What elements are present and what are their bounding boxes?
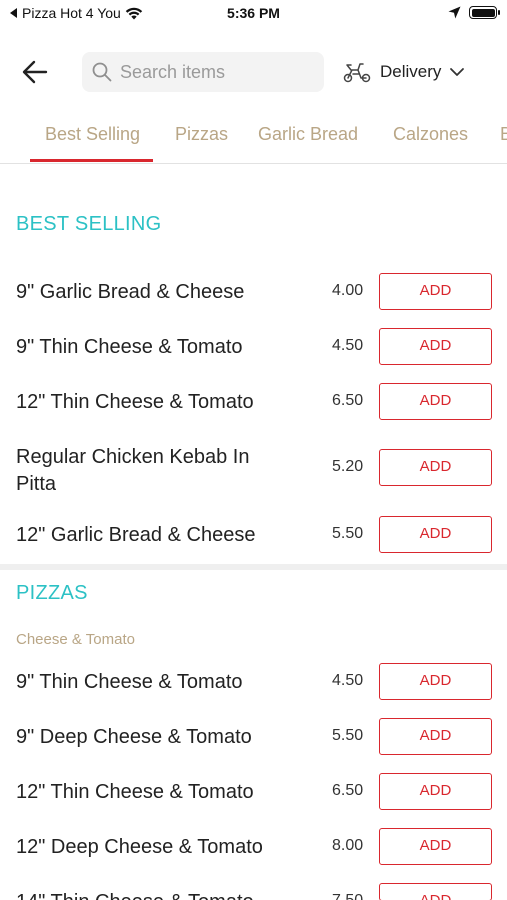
add-button[interactable]: ADD (379, 883, 492, 900)
add-button[interactable]: ADD (379, 383, 492, 420)
add-button[interactable]: ADD (379, 718, 492, 755)
add-button[interactable]: ADD (379, 773, 492, 810)
scooter-icon (343, 63, 371, 83)
tab-next-truncated[interactable]: B (500, 124, 507, 145)
section-title-pizzas: PIZZAS (16, 582, 88, 604)
item-price: 5.20 (332, 458, 364, 475)
back-button[interactable] (20, 58, 50, 86)
search-box[interactable] (82, 52, 324, 92)
item-name: 12" Thin Cheese & Tomato (16, 391, 254, 413)
item-price: 6.50 (332, 782, 364, 799)
item-name: 14" Thin Cheese & Tomato (16, 889, 286, 900)
search-icon (92, 62, 112, 82)
add-button[interactable]: ADD (379, 516, 492, 553)
back-arrow-icon (22, 60, 48, 84)
section-divider (0, 564, 507, 570)
item-price: 5.50 (332, 525, 364, 542)
item-name: 9" Thin Cheese & Tomato (16, 336, 243, 358)
item-name: 12" Garlic Bread & Cheese (16, 524, 256, 546)
add-button[interactable]: ADD (379, 828, 492, 865)
subcategory-title: Cheese & Tomato (16, 631, 135, 648)
active-tab-indicator (30, 159, 153, 162)
item-name: 12" Deep Cheese & Tomato (16, 836, 263, 858)
item-price: 8.00 (332, 837, 364, 854)
add-button[interactable]: ADD (379, 273, 492, 310)
clock: 5:36 PM (227, 5, 280, 21)
section-title-best-selling: BEST SELLING (16, 213, 162, 235)
category-tabs: Best Selling Pizzas Garlic Bread Calzone… (0, 112, 507, 164)
location-arrow-icon (448, 6, 461, 19)
tab-best-selling[interactable]: Best Selling (45, 124, 140, 145)
delivery-label: Delivery (380, 62, 442, 81)
tab-pizzas[interactable]: Pizzas (175, 124, 228, 145)
battery-icon (469, 6, 500, 19)
tab-garlic-bread[interactable]: Garlic Bread (258, 124, 358, 145)
status-bar: Pizza Hot 4 You 5:36 PM (0, 0, 507, 28)
search-input[interactable] (120, 61, 310, 83)
item-name: 9" Deep Cheese & Tomato (16, 726, 252, 748)
add-button[interactable]: ADD (379, 449, 492, 486)
add-button[interactable]: ADD (379, 328, 492, 365)
item-name: 12" Thin Cheese & Tomato (16, 781, 254, 803)
item-name: 9" Thin Cheese & Tomato (16, 671, 243, 693)
item-price: 4.50 (332, 337, 364, 354)
add-button[interactable]: ADD (379, 663, 492, 700)
item-price: 6.50 (332, 392, 364, 409)
chevron-down-icon (450, 68, 465, 76)
item-price: 4.50 (332, 672, 364, 689)
item-price: 7.50 (332, 892, 363, 900)
item-price: 4.00 (332, 282, 364, 299)
delivery-selector[interactable]: Delivery (342, 58, 465, 86)
item-name: Regular Chicken Kebab In Pitta (16, 446, 250, 495)
item-name: 9" Garlic Bread & Cheese (16, 281, 245, 303)
tab-calzones[interactable]: Calzones (393, 124, 468, 145)
header: Delivery (0, 50, 507, 94)
item-price: 5.50 (332, 727, 364, 744)
